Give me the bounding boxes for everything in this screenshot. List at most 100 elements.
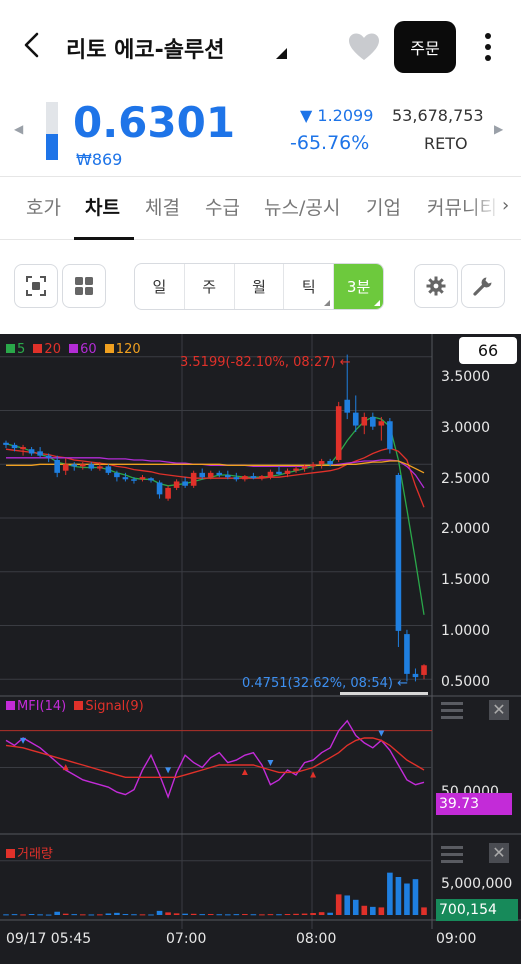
candle-body: [301, 466, 308, 469]
candle-body: [156, 482, 163, 495]
mfi-panel-menu-icon[interactable]: [441, 701, 463, 719]
candle-body: [3, 442, 9, 445]
candle-body: [224, 475, 231, 478]
ma-20-line: [5, 447, 425, 508]
sell-signal-marker: [165, 767, 172, 774]
volume-bar: [79, 914, 86, 916]
sell-signal-marker: [267, 759, 274, 766]
volume-bar: [327, 912, 333, 915]
tabs-scroll-chevron-icon[interactable]: ›: [502, 195, 509, 216]
volume-bar: [156, 910, 163, 915]
candle-count-box[interactable]: 66: [459, 337, 517, 364]
volume-bar: [412, 879, 419, 915]
period-3min-label: 3분: [346, 278, 371, 296]
volume-panel-menu-icon[interactable]: [441, 845, 463, 863]
period-3min[interactable]: 3분: [334, 264, 383, 309]
next-stock-arrow-icon[interactable]: ▶: [494, 122, 503, 136]
tab-chart[interactable]: 차트: [85, 193, 120, 220]
price-tick-label: 1.5000: [441, 572, 490, 588]
volume-bar: [148, 914, 154, 916]
change-rate: -65.76%: [290, 132, 370, 154]
tab-supply[interactable]: 수급: [205, 193, 240, 220]
settings-button[interactable]: [414, 264, 458, 308]
quote-panel: ◀ 0.6301 ₩869 ▼ 1.2099 -65.76% 53,678,75…: [0, 92, 521, 176]
price-gauge-fill: [46, 133, 58, 160]
price-tick-label: 3.5000: [441, 369, 490, 385]
high-price-text: 3.5199(-82.10%, 08:27): [180, 355, 336, 370]
candle-body: [242, 476, 248, 480]
tab-orderbook[interactable]: 호가: [26, 193, 61, 220]
candle-body: [361, 416, 368, 426]
period-selector: 일 주 월 틱 3분: [134, 263, 384, 310]
buy-signal-marker: [241, 769, 248, 776]
ma-120-line: [6, 460, 425, 474]
volume-panel-close-icon[interactable]: ✕: [489, 843, 509, 863]
ma-60-legend: 60: [69, 342, 97, 357]
volume-bar: [276, 914, 282, 916]
candle-body: [54, 459, 60, 473]
candle-body: [344, 399, 351, 413]
candle-body: [114, 472, 120, 478]
candle-body: [284, 470, 291, 474]
tools-button[interactable]: [461, 264, 505, 308]
sell-signal-marker: [20, 737, 27, 744]
candle-body: [387, 421, 393, 450]
candle-body: [139, 477, 146, 480]
volume-bar: [105, 913, 112, 915]
stock-chart[interactable]: 5 20 60 120 66 3.5000 3.0000 2.5000 2.00…: [0, 334, 521, 964]
period-tick-corner-icon: [324, 300, 331, 306]
volume-bar: [71, 914, 78, 916]
tab-news[interactable]: 뉴스/공시: [264, 193, 340, 220]
back-icon[interactable]: [18, 30, 46, 60]
volume-bar: [250, 914, 257, 916]
candle-body: [421, 665, 427, 675]
volume-label: 거래량: [17, 847, 53, 862]
candle-body: [207, 472, 214, 478]
period-tick[interactable]: 틱: [284, 264, 335, 309]
volume-bar: [207, 914, 214, 916]
mfi-label: MFI(14): [17, 699, 67, 714]
ma-5-line: [5, 416, 425, 615]
wrench-icon: [473, 277, 492, 296]
fullscreen-button[interactable]: [14, 264, 58, 308]
period-week-label: 주: [202, 278, 217, 296]
ticker-symbol: RETO: [424, 134, 468, 153]
stock-title[interactable]: 리토 에코-솔루션: [66, 32, 224, 64]
prev-stock-arrow-icon[interactable]: ◀: [14, 122, 23, 136]
tab-company[interactable]: 기업: [366, 193, 401, 220]
volume-bar: [190, 913, 197, 915]
candle-body: [182, 481, 188, 486]
volume-bar: [88, 914, 95, 916]
order-button[interactable]: 주문: [394, 21, 456, 73]
volume-value-tag: 700,154: [436, 899, 518, 921]
candle-body: [378, 421, 385, 426]
price-tick-label: 3.0000: [441, 420, 490, 436]
volume-tick-label: 5,000,000: [441, 876, 513, 892]
title-dropdown-icon[interactable]: [276, 48, 287, 59]
mfi-panel-close-icon[interactable]: ✕: [489, 700, 509, 720]
volume-bar: [335, 894, 342, 915]
tabs-fade: [470, 177, 521, 239]
period-3min-corner-icon: [373, 300, 380, 306]
candle-body: [216, 472, 223, 475]
candle-body: [404, 634, 410, 674]
mfi-line: [5, 719, 425, 800]
section-tabs: 호가 차트 체결 수급 뉴스/공시 기업 커뮤니티 ›: [0, 176, 521, 240]
volume-bar: [131, 914, 137, 916]
candle-body: [122, 477, 129, 480]
current-price: 0.6301: [73, 98, 236, 147]
tab-trades[interactable]: 체결: [145, 193, 180, 220]
period-week[interactable]: 주: [185, 264, 235, 309]
time-axis-label: 09/17 05:45: [6, 931, 92, 947]
candle-body: [395, 475, 402, 631]
candle-body: [20, 447, 26, 450]
candle-body: [79, 464, 86, 467]
period-day[interactable]: 일: [135, 264, 185, 309]
period-month[interactable]: 월: [235, 264, 285, 309]
layout-button[interactable]: [62, 264, 106, 308]
price-tick-label: 0.5000: [441, 674, 490, 690]
volume-bar: [37, 914, 43, 916]
more-menu-icon[interactable]: [478, 30, 498, 64]
favorite-heart-icon[interactable]: [348, 32, 380, 62]
candle-body: [62, 464, 69, 471]
